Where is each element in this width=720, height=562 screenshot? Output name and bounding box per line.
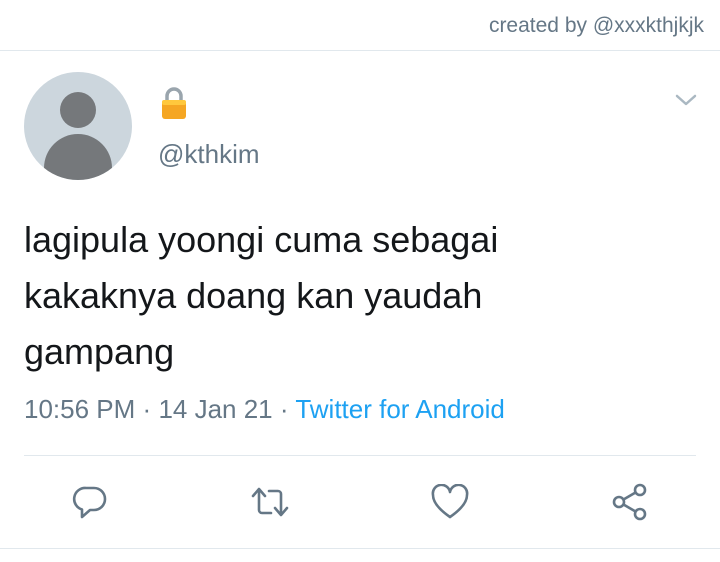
user-handle[interactable]: @kthkim bbox=[158, 139, 260, 170]
lock-icon bbox=[160, 86, 188, 120]
chevron-down-icon[interactable] bbox=[672, 90, 700, 110]
avatar-head bbox=[60, 92, 96, 128]
footer-divider bbox=[0, 548, 720, 549]
tweet-source-link[interactable]: Twitter for Android bbox=[295, 394, 505, 424]
meta-separator: · bbox=[142, 394, 152, 424]
reply-icon bbox=[72, 486, 107, 519]
meta-separator: · bbox=[279, 394, 289, 424]
reply-button[interactable] bbox=[70, 482, 110, 522]
share-button[interactable] bbox=[610, 482, 650, 522]
tweet-meta: 10:56 PM · 14 Jan 21 · Twitter for Andro… bbox=[24, 394, 505, 425]
like-button[interactable] bbox=[430, 482, 470, 522]
avatar-body bbox=[44, 134, 112, 180]
retweet-icon bbox=[251, 487, 289, 517]
tweet-date: 14 Jan 21 bbox=[158, 394, 273, 424]
actions-divider bbox=[24, 455, 696, 456]
avatar[interactable] bbox=[24, 72, 132, 180]
share-icon bbox=[612, 483, 647, 521]
tweet-time: 10:56 PM bbox=[24, 394, 136, 424]
retweet-button[interactable] bbox=[250, 482, 290, 522]
creator-credit: created by @xxxkthjkjk bbox=[488, 14, 704, 37]
header-divider bbox=[0, 50, 720, 51]
tweet-text: lagipula yoongi cuma sebagai kakaknya do… bbox=[24, 219, 499, 372]
heart-icon bbox=[431, 484, 469, 519]
